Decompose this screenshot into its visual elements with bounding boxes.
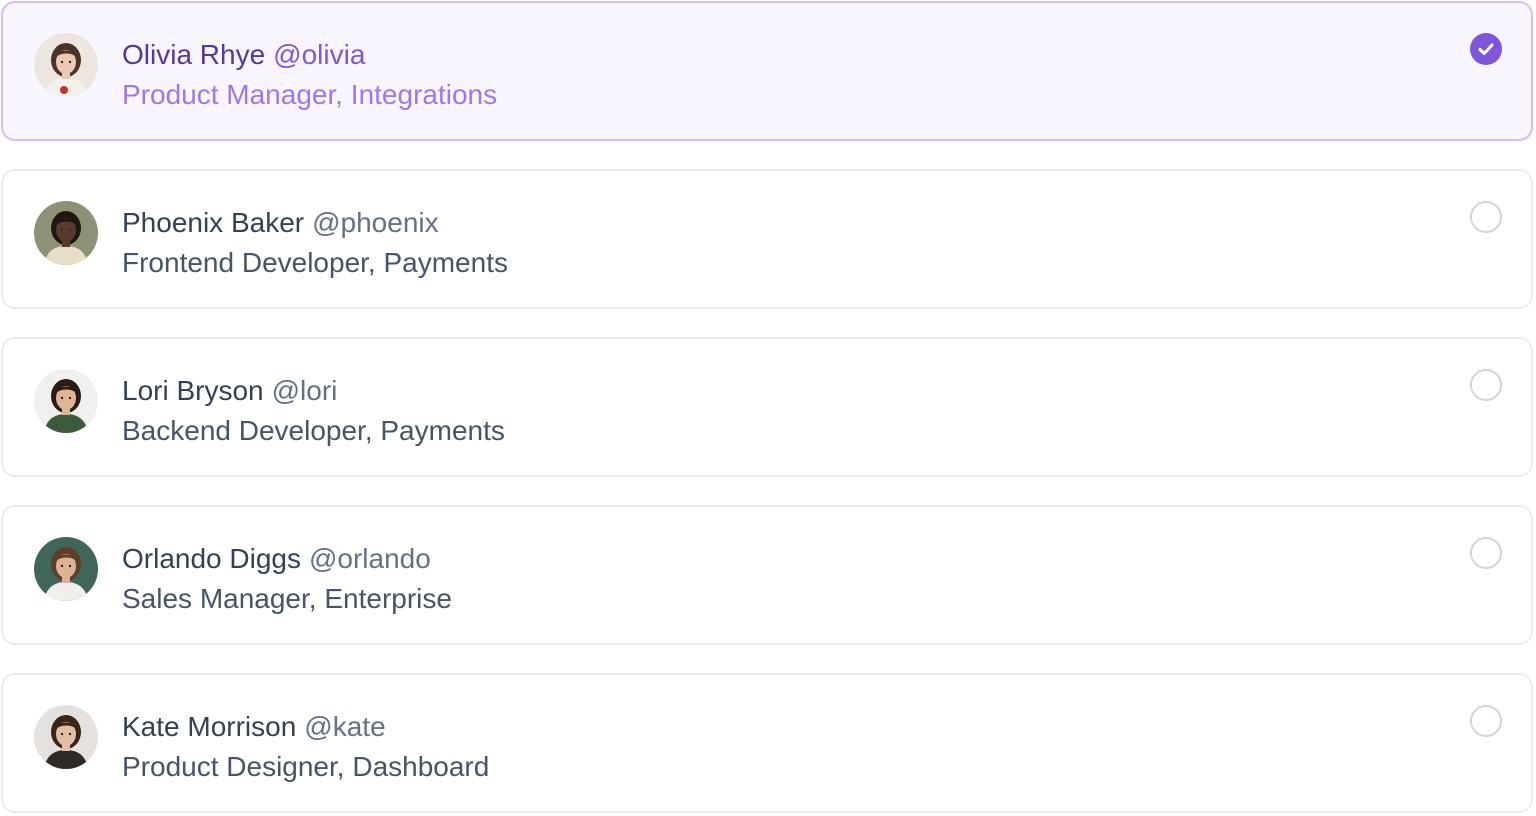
member-card-phoenix[interactable]: Phoenix Baker @phoenix Frontend Developer… <box>1 169 1533 309</box>
member-name: Olivia Rhye <box>122 39 266 70</box>
member-role: Sales Manager, Enterprise <box>122 583 452 614</box>
member-card-olivia[interactable]: Olivia Rhye @olivia Product Manager, Inte… <box>1 1 1533 141</box>
check-icon <box>1478 43 1494 55</box>
team-member-list: Olivia Rhye @olivia Product Manager, Inte… <box>0 0 1536 816</box>
member-role: Backend Developer, Payments <box>122 415 505 446</box>
avatar <box>34 33 98 97</box>
member-name: Lori Bryson <box>122 375 264 406</box>
member-name: Kate Morrison <box>122 711 297 742</box>
member-handle: @kate <box>304 711 386 742</box>
member-handle: @orlando <box>308 543 431 574</box>
avatar <box>34 369 98 433</box>
member-card-lori[interactable]: Lori Bryson @lori Backend Developer, Paym… <box>1 337 1533 477</box>
member-handle: @phoenix <box>312 207 439 238</box>
member-name: Phoenix Baker <box>122 207 305 238</box>
avatar <box>34 537 98 601</box>
selection-radio-checked[interactable] <box>1470 33 1502 65</box>
selection-radio[interactable] <box>1470 705 1502 737</box>
selection-radio[interactable] <box>1470 201 1502 233</box>
member-role: Product Designer, Dashboard <box>122 751 490 782</box>
selection-radio[interactable] <box>1470 369 1502 401</box>
avatar <box>34 705 98 769</box>
member-role: Product Manager, Integrations <box>122 79 498 110</box>
avatar <box>34 201 98 265</box>
member-card-kate[interactable]: Kate Morrison @kate Product Designer, Das… <box>1 673 1533 813</box>
member-card-orlando[interactable]: Orlando Diggs @orlando Sales Manager, Ent… <box>1 505 1533 645</box>
member-role: Frontend Developer, Payments <box>122 247 508 278</box>
member-name: Orlando Diggs <box>122 543 301 574</box>
member-handle: @olivia <box>273 39 366 70</box>
member-handle: @lori <box>271 375 338 406</box>
selection-radio[interactable] <box>1470 537 1502 569</box>
